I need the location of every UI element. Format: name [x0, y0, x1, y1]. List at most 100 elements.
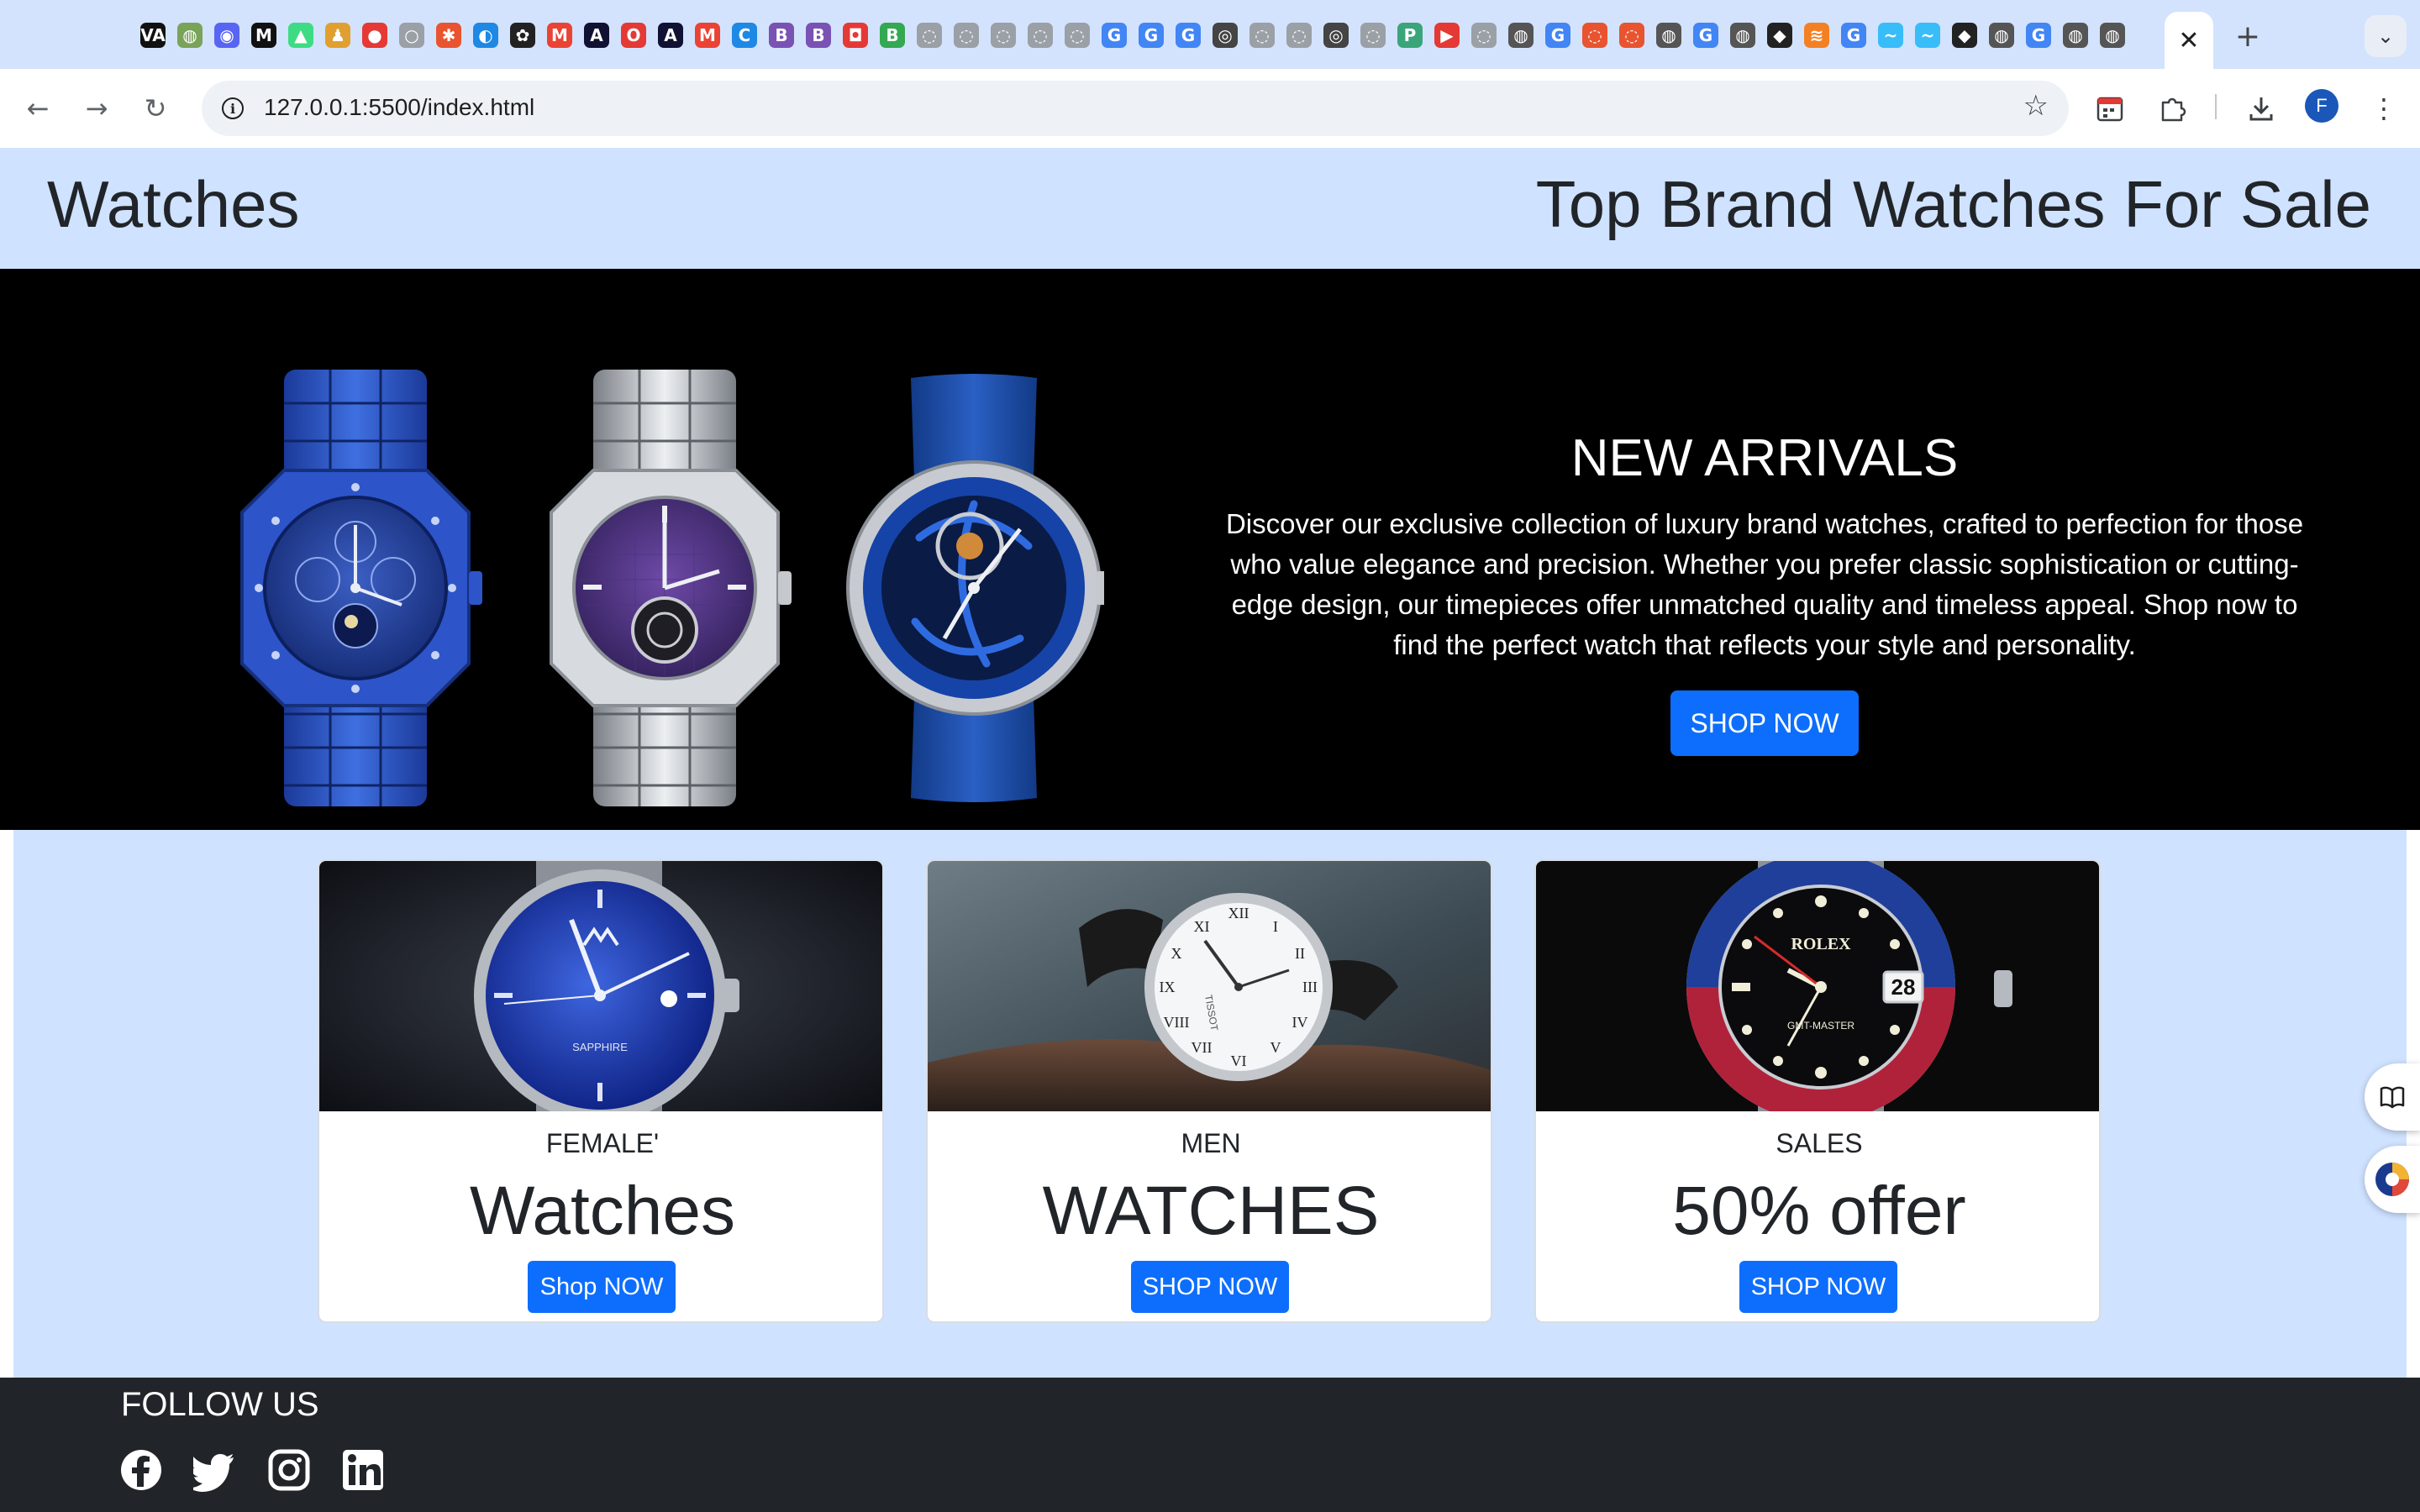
tab-favicon-glyph: ✿: [510, 23, 535, 48]
tab-favicon[interactable]: ○: [393, 17, 430, 54]
facebook-icon[interactable]: [119, 1448, 163, 1492]
extension-calendar-icon[interactable]: [2089, 87, 2131, 129]
profile-avatar[interactable]: F: [2305, 89, 2338, 123]
tab-favicon[interactable]: G: [1539, 17, 1576, 54]
tab-favicon[interactable]: ~: [1872, 17, 1909, 54]
instagram-icon[interactable]: [267, 1448, 311, 1492]
tab-favicon[interactable]: ●: [356, 17, 393, 54]
tab-favicon[interactable]: ≋: [1798, 17, 1835, 54]
tab-favicon[interactable]: G: [1687, 17, 1724, 54]
tab-favicon[interactable]: ◌: [1022, 17, 1059, 54]
men-watch-photo: XIIIIIVIIX IIIIVV VIIVIIIXXI TISSOT: [928, 861, 1491, 1111]
tab-favicon-glyph: ▲: [288, 23, 313, 48]
active-tab[interactable]: ✕: [2165, 12, 2213, 69]
tab-favicon[interactable]: B: [763, 17, 800, 54]
tab-favicon[interactable]: ◍: [1650, 17, 1687, 54]
tab-favicon[interactable]: ◌: [1059, 17, 1096, 54]
tab-favicon[interactable]: ◆: [1946, 17, 1983, 54]
tab-favicon[interactable]: ◆: [1761, 17, 1798, 54]
tab-favicon[interactable]: ◌: [1465, 17, 1502, 54]
tab-favicon-glyph: C: [732, 23, 757, 48]
reload-button[interactable]: ↻: [134, 87, 176, 129]
svg-text:VII: VII: [1192, 1039, 1213, 1056]
tab-favicon[interactable]: ◍: [1724, 17, 1761, 54]
tab-favicon[interactable]: ✿: [504, 17, 541, 54]
tab-favicon[interactable]: ◌: [1355, 17, 1392, 54]
tab-favicon[interactable]: A: [652, 17, 689, 54]
card-3-dial-brand: ROLEX: [1791, 935, 1851, 953]
tab-favicon[interactable]: C: [726, 17, 763, 54]
toolbar-divider: [2215, 94, 2217, 119]
tab-favicon[interactable]: ◌: [911, 17, 948, 54]
site-brand[interactable]: Watches: [47, 166, 300, 243]
tab-favicon[interactable]: ◉: [208, 17, 245, 54]
tab-favicon[interactable]: ▶: [1428, 17, 1465, 54]
twitter-icon[interactable]: [193, 1448, 237, 1492]
tab-favicon[interactable]: P: [1392, 17, 1428, 54]
tab-favicon[interactable]: ~: [1909, 17, 1946, 54]
tab-favicon[interactable]: G: [1170, 17, 1207, 54]
tab-favicon-glyph: ◌: [991, 23, 1016, 48]
tab-favicon[interactable]: G: [1835, 17, 1872, 54]
tab-favicon-glyph: ✱: [436, 23, 461, 48]
site-info-icon[interactable]: i: [215, 91, 250, 126]
tab-favicon[interactable]: B: [874, 17, 911, 54]
tab-favicon[interactable]: ◍: [1983, 17, 2020, 54]
back-button[interactable]: ←: [17, 87, 59, 129]
tab-favicon[interactable]: ◐: [467, 17, 504, 54]
tab-favicon[interactable]: ◎: [1207, 17, 1244, 54]
tab-favicon[interactable]: ♟: [319, 17, 356, 54]
extensions-puzzle-icon[interactable]: [2151, 87, 2193, 129]
svg-text:IX: IX: [1160, 979, 1176, 995]
tab-favicon[interactable]: ◌: [1613, 17, 1650, 54]
tab-favicon[interactable]: ◌: [1281, 17, 1318, 54]
browser-menu-icon[interactable]: ⋮: [2363, 87, 2405, 129]
tab-favicon-glyph: ◌: [1360, 23, 1386, 48]
tab-favicon[interactable]: ◍: [1502, 17, 1539, 54]
hero-shop-now-button[interactable]: SHOP NOW: [1670, 690, 1859, 756]
card-3-shop-button[interactable]: SHOP NOW: [1739, 1261, 1897, 1313]
hero-description: Discover our exclusive collection of lux…: [1225, 508, 2304, 660]
address-bar[interactable]: i 127.0.0.1:5500/index.html ☆: [202, 81, 2069, 136]
tab-favicon[interactable]: ◍: [171, 17, 208, 54]
tab-favicon[interactable]: M: [245, 17, 282, 54]
tab-favicon[interactable]: ◌: [1244, 17, 1281, 54]
tab-favicon[interactable]: ◍: [2094, 17, 2131, 54]
card-1-dial-text: SAPPHIRE: [572, 1041, 628, 1053]
tab-favicon[interactable]: ◌: [1576, 17, 1613, 54]
card-1-shop-button[interactable]: Shop NOW: [528, 1261, 676, 1313]
tab-favicon-glyph: ◆: [1767, 23, 1792, 48]
tab-favicon[interactable]: ◌: [948, 17, 985, 54]
close-tab-icon[interactable]: ✕: [2178, 26, 2199, 55]
browser-toolbar: ← → ↻ i 127.0.0.1:5500/index.html ☆ ⋮: [0, 69, 2420, 148]
tab-favicon[interactable]: M: [541, 17, 578, 54]
tab-favicon[interactable]: ◘: [837, 17, 874, 54]
browser-tab-strip: VA ◍ ◉ M ▲ ♟ ● ○ ✱ ◐ ✿ M A O A M C B B ◘ B ◌ ◌ ◌ ◌ ◌ G G G ◎ ◌ ◌ ◎ ◌ P ▶ ◌ ◍ G…: [0, 0, 2420, 69]
tab-favicon[interactable]: G: [1096, 17, 1133, 54]
tab-search-button[interactable]: ⌄: [2365, 15, 2407, 57]
downloads-icon[interactable]: [2240, 87, 2282, 129]
tab-favicon[interactable]: ◌: [985, 17, 1022, 54]
url-text[interactable]: 127.0.0.1:5500/index.html: [264, 94, 534, 121]
tab-favicon[interactable]: O: [615, 17, 652, 54]
tab-favicon[interactable]: ◍: [2057, 17, 2094, 54]
tab-favicon[interactable]: VA: [134, 17, 171, 54]
tab-favicon[interactable]: B: [800, 17, 837, 54]
tab-favicon[interactable]: G: [2020, 17, 2057, 54]
tab-favicon-glyph: ●: [362, 23, 387, 48]
forward-button[interactable]: →: [76, 87, 118, 129]
tab-favicon-glyph: O: [621, 23, 646, 48]
new-tab-button[interactable]: +: [2227, 15, 2269, 57]
tab-favicon[interactable]: ▲: [282, 17, 319, 54]
linkedin-icon[interactable]: [341, 1448, 385, 1492]
bookmark-star-icon[interactable]: ☆: [2023, 89, 2049, 123]
tab-favicon[interactable]: M: [689, 17, 726, 54]
card-2-shop-button[interactable]: SHOP NOW: [1131, 1261, 1289, 1313]
tab-favicon[interactable]: G: [1133, 17, 1170, 54]
svg-text:IV: IV: [1292, 1014, 1308, 1031]
tab-favicon-glyph: G: [1841, 23, 1866, 48]
tab-favicon[interactable]: ◎: [1318, 17, 1355, 54]
tab-favicon[interactable]: A: [578, 17, 615, 54]
category-cards-section: SAPPHIRE FEMALE' Watches Shop NOW XII III…: [13, 830, 2407, 1378]
tab-favicon[interactable]: ✱: [430, 17, 467, 54]
